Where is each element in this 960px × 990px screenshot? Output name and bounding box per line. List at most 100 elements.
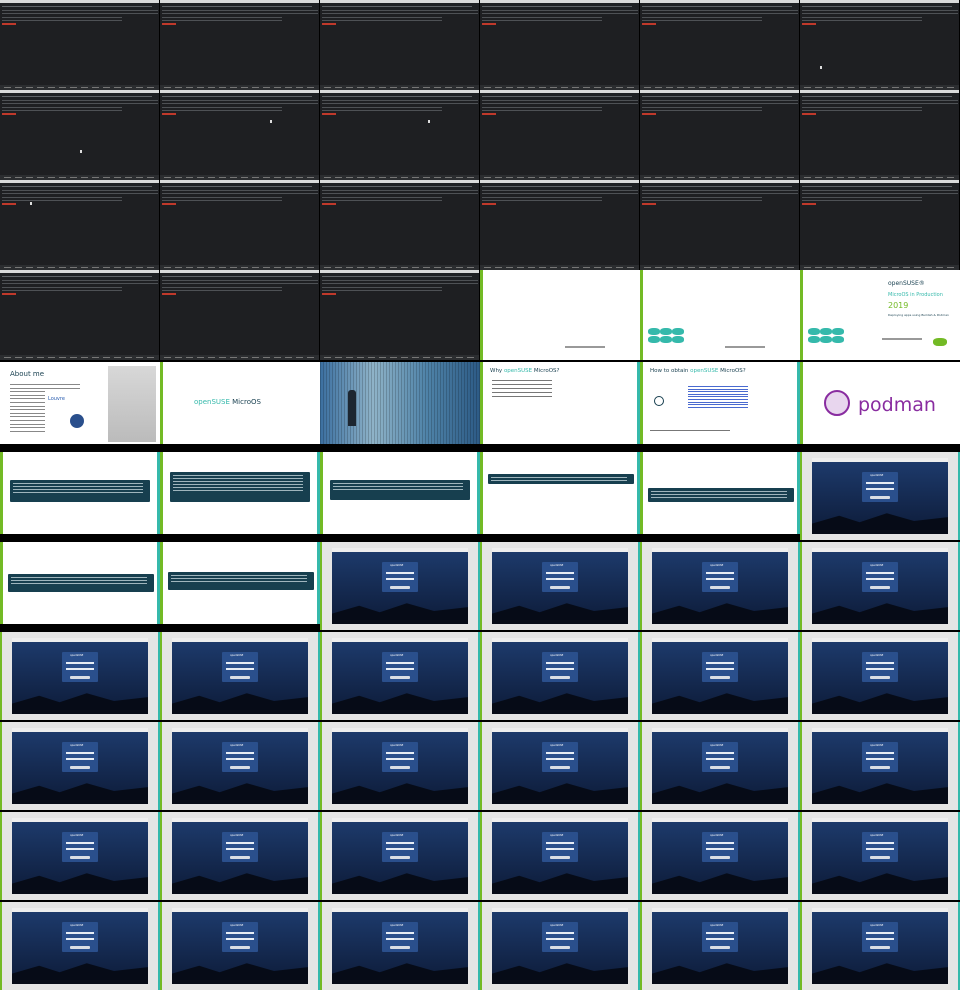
username-field[interactable]	[866, 932, 894, 934]
password-field[interactable]	[226, 938, 254, 940]
login-button[interactable]	[230, 676, 250, 679]
username-field[interactable]	[226, 662, 254, 664]
login-button[interactable]	[70, 946, 90, 949]
login-button[interactable]	[710, 586, 730, 589]
username-field[interactable]	[546, 932, 574, 934]
username-field[interactable]	[226, 842, 254, 844]
username-field[interactable]	[866, 752, 894, 754]
username-field[interactable]	[546, 752, 574, 754]
username-field[interactable]	[546, 842, 574, 844]
login-button[interactable]	[230, 856, 250, 859]
password-field[interactable]	[386, 938, 414, 940]
login-button[interactable]	[550, 766, 570, 769]
login-button[interactable]	[70, 766, 90, 769]
password-field[interactable]	[546, 578, 574, 580]
accent-bar-left	[640, 270, 643, 360]
login-button[interactable]	[870, 946, 890, 949]
login-button[interactable]	[390, 676, 410, 679]
terminal-frame	[800, 90, 960, 180]
password-field[interactable]	[866, 848, 894, 850]
login-button[interactable]	[390, 856, 410, 859]
username-field[interactable]	[546, 662, 574, 664]
username-field[interactable]	[706, 932, 734, 934]
username-field[interactable]	[866, 842, 894, 844]
username-field[interactable]	[226, 752, 254, 754]
username-field[interactable]	[226, 932, 254, 934]
accent-bar-left	[160, 632, 162, 720]
login-button[interactable]	[710, 766, 730, 769]
password-field[interactable]	[386, 848, 414, 850]
password-field[interactable]	[546, 668, 574, 670]
taskbar-item	[561, 177, 568, 178]
password-field[interactable]	[66, 758, 94, 760]
password-field[interactable]	[546, 758, 574, 760]
username-field[interactable]	[66, 932, 94, 934]
password-field[interactable]	[226, 848, 254, 850]
terminal-output-line	[642, 103, 798, 104]
login-button[interactable]	[70, 856, 90, 859]
login-button[interactable]	[710, 946, 730, 949]
password-field[interactable]	[866, 758, 894, 760]
login-button[interactable]	[230, 766, 250, 769]
accent-bar-left	[160, 542, 163, 624]
username-field[interactable]	[866, 572, 894, 574]
password-field[interactable]	[226, 758, 254, 760]
login-button[interactable]	[870, 676, 890, 679]
username-field[interactable]	[66, 752, 94, 754]
password-field[interactable]	[866, 578, 894, 580]
login-button[interactable]	[550, 856, 570, 859]
username-field[interactable]	[706, 842, 734, 844]
taskbar-item	[434, 357, 441, 358]
taskbar-item	[743, 87, 750, 88]
password-field[interactable]	[546, 938, 574, 940]
login-button[interactable]	[390, 586, 410, 589]
password-field[interactable]	[386, 668, 414, 670]
terminal-titlebar	[0, 270, 159, 273]
password-field[interactable]	[546, 848, 574, 850]
username-field[interactable]	[706, 572, 734, 574]
username-field[interactable]	[706, 662, 734, 664]
password-field[interactable]	[866, 488, 894, 490]
username-field[interactable]	[866, 482, 894, 484]
password-field[interactable]	[706, 938, 734, 940]
password-field[interactable]	[386, 758, 414, 760]
login-button[interactable]	[390, 946, 410, 949]
username-field[interactable]	[386, 572, 414, 574]
password-field[interactable]	[706, 668, 734, 670]
password-field[interactable]	[226, 668, 254, 670]
username-field[interactable]	[866, 662, 894, 664]
username-field[interactable]	[386, 842, 414, 844]
login-button[interactable]	[230, 946, 250, 949]
username-field[interactable]	[546, 572, 574, 574]
password-field[interactable]	[866, 938, 894, 940]
login-button[interactable]	[550, 946, 570, 949]
login-button[interactable]	[710, 856, 730, 859]
terminal-prompt	[162, 113, 176, 115]
username-field[interactable]	[706, 752, 734, 754]
password-field[interactable]	[706, 758, 734, 760]
login-button[interactable]	[710, 676, 730, 679]
username-field[interactable]	[386, 932, 414, 934]
login-button[interactable]	[870, 496, 890, 499]
password-field[interactable]	[706, 848, 734, 850]
login-button[interactable]	[550, 676, 570, 679]
accent-bar-left	[800, 362, 803, 444]
password-field[interactable]	[66, 668, 94, 670]
login-button[interactable]	[390, 766, 410, 769]
login-button[interactable]	[550, 586, 570, 589]
login-button[interactable]	[870, 586, 890, 589]
username-field[interactable]	[66, 662, 94, 664]
username-field[interactable]	[386, 662, 414, 664]
username-field[interactable]	[386, 752, 414, 754]
terminal-output-line	[482, 13, 638, 14]
password-field[interactable]	[866, 668, 894, 670]
login-button[interactable]	[70, 676, 90, 679]
password-field[interactable]	[66, 848, 94, 850]
password-field[interactable]	[386, 578, 414, 580]
terminal-output-line	[322, 6, 472, 7]
login-button[interactable]	[870, 766, 890, 769]
password-field[interactable]	[706, 578, 734, 580]
password-field[interactable]	[66, 938, 94, 940]
username-field[interactable]	[66, 842, 94, 844]
login-button[interactable]	[870, 856, 890, 859]
